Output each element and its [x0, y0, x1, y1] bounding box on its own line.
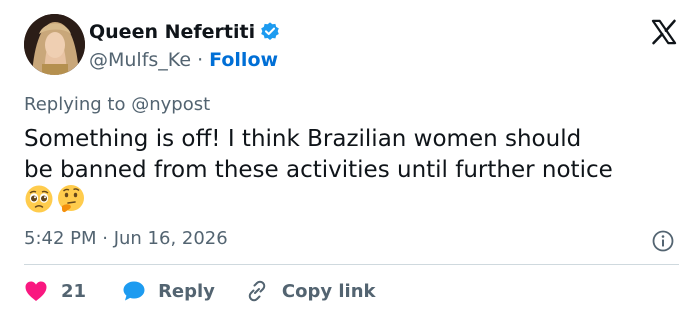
x-logo-icon[interactable]: [650, 18, 678, 46]
tweet-timestamp[interactable]: 5:42 PM · Jun 16, 2026: [24, 227, 228, 251]
tweet-text-line: be banned from these activities until fu…: [24, 157, 613, 183]
heart-icon: [25, 281, 47, 301]
avatar[interactable]: [24, 14, 85, 75]
like-count: 21: [61, 280, 87, 302]
author-handle-row: @Mulfs_Ke · Follow: [89, 48, 278, 72]
handle-separator: ·: [197, 49, 204, 71]
reply-bubble-icon: [123, 281, 145, 301]
divider: [24, 264, 679, 265]
tweet-emojis: [24, 184, 88, 214]
copy-link-label: Copy link: [281, 280, 376, 302]
reply-context: Replying to @nypost: [24, 93, 210, 117]
reply-button[interactable]: Reply: [122, 280, 215, 302]
verified-badge-icon: [259, 21, 281, 43]
thinking-face-emoji-icon: [56, 184, 86, 214]
author-handle[interactable]: @Mulfs_Ke: [89, 49, 191, 71]
author-display-name[interactable]: Queen Nefertiti: [89, 20, 255, 44]
follow-button[interactable]: Follow: [209, 49, 278, 71]
action-bar: 21 Reply Copy link: [24, 277, 376, 305]
tweet-text-line: Something is off! I think Brazilian wome…: [24, 126, 582, 152]
reply-label: Reply: [158, 280, 215, 302]
tweet-text: Something is off! I think Brazilian wome…: [24, 124, 684, 186]
link-icon: [248, 280, 266, 302]
pleading-face-emoji-icon: [24, 184, 54, 214]
author-name-row: Queen Nefertiti: [89, 20, 281, 44]
reply-context-prefix: Replying to: [24, 94, 126, 115]
copy-link-button[interactable]: Copy link: [245, 279, 376, 303]
reply-context-mention[interactable]: @nypost: [131, 94, 210, 115]
like-button[interactable]: 21: [24, 280, 86, 302]
info-icon[interactable]: [651, 229, 675, 253]
